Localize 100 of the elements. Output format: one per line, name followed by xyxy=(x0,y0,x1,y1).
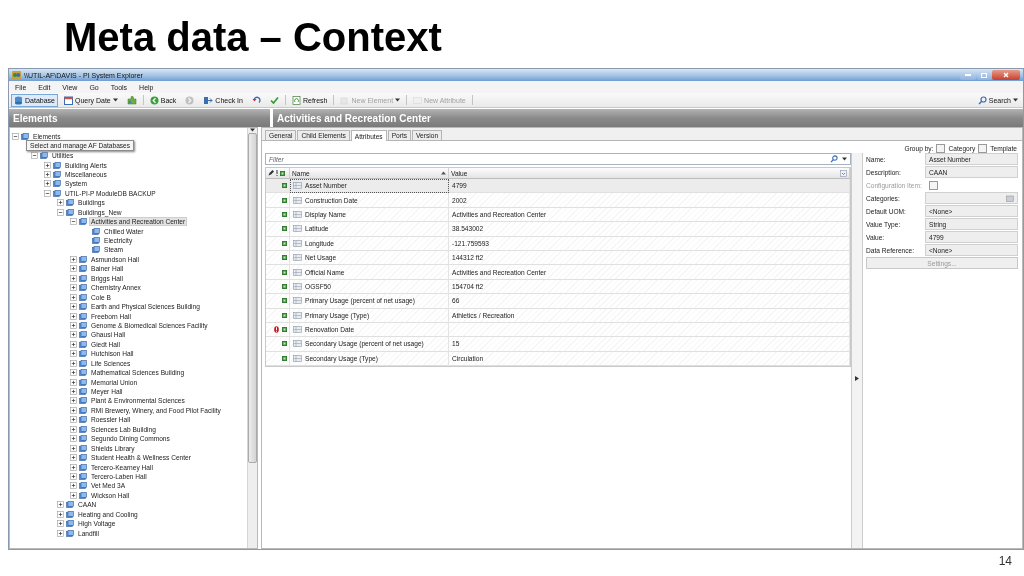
maximize-icon xyxy=(981,72,987,78)
expander-icon[interactable] xyxy=(57,510,64,518)
expand-arrow-icon[interactable] xyxy=(855,376,859,381)
expander-icon[interactable] xyxy=(70,491,77,499)
expander-icon[interactable] xyxy=(70,321,77,329)
expander-icon[interactable] xyxy=(70,255,77,263)
expander-icon[interactable] xyxy=(12,133,19,141)
expander-icon[interactable] xyxy=(70,463,77,471)
attribute-icon xyxy=(293,182,302,190)
expander-icon[interactable] xyxy=(70,397,77,405)
forward-icon xyxy=(185,95,195,105)
status-icon xyxy=(282,269,287,275)
expander-icon[interactable] xyxy=(70,444,77,452)
expander-icon[interactable] xyxy=(70,369,77,377)
status-icon xyxy=(282,240,287,246)
back-icon xyxy=(149,95,159,105)
check-in-icon xyxy=(203,95,214,105)
expander-icon[interactable] xyxy=(57,520,64,528)
checkbox[interactable] xyxy=(978,143,988,153)
attribute-icon xyxy=(413,95,423,105)
panel-header: Activities and Recreation Center xyxy=(273,109,1023,127)
expander-icon[interactable] xyxy=(44,161,51,169)
expander-icon[interactable] xyxy=(31,152,38,160)
attribute-icon xyxy=(293,254,302,262)
attribute-icon xyxy=(293,354,302,362)
element-icon xyxy=(40,152,48,160)
status-icon xyxy=(282,298,287,304)
status-icon xyxy=(282,197,287,203)
attribute-icon xyxy=(293,268,302,276)
status-icon xyxy=(282,355,287,361)
status-icon xyxy=(282,283,287,289)
calendar-icon xyxy=(63,95,73,105)
expander-icon[interactable] xyxy=(70,284,77,292)
search-icon xyxy=(977,95,987,105)
app-icon xyxy=(12,71,21,79)
puzzle-icon xyxy=(126,95,137,105)
attribute-icon xyxy=(293,210,302,218)
expander-icon[interactable] xyxy=(70,340,77,348)
close-icon xyxy=(1003,72,1009,78)
page-number: 14 xyxy=(998,554,1012,568)
status-icon xyxy=(282,255,287,261)
attribute-icon xyxy=(293,340,302,348)
expander-icon[interactable] xyxy=(70,482,77,490)
attribute-icon xyxy=(293,326,302,334)
status-icon xyxy=(282,312,287,318)
expander-icon[interactable] xyxy=(70,406,77,414)
expander-icon[interactable] xyxy=(70,350,77,358)
expander-icon[interactable] xyxy=(57,501,64,509)
expander-icon[interactable] xyxy=(70,274,77,282)
element-icon xyxy=(21,133,29,141)
pencil-icon xyxy=(268,170,274,176)
status-icon xyxy=(282,226,287,232)
search-icon xyxy=(830,155,838,163)
attribute-icon xyxy=(293,225,302,233)
expander-icon[interactable] xyxy=(70,425,77,433)
scrollbar[interactable] xyxy=(247,128,257,548)
expander-icon[interactable] xyxy=(70,331,77,339)
expander-icon[interactable] xyxy=(70,454,77,462)
expander-icon[interactable] xyxy=(70,388,77,396)
expander-icon[interactable] xyxy=(70,303,77,311)
element-icon xyxy=(79,255,87,263)
caret-icon xyxy=(842,157,847,161)
column-chooser-icon[interactable] xyxy=(840,169,847,177)
expander-icon[interactable] xyxy=(44,180,51,188)
expander-icon[interactable] xyxy=(70,472,77,480)
expander-icon[interactable] xyxy=(70,293,77,301)
sort-icon xyxy=(441,171,446,175)
expander-icon[interactable] xyxy=(70,435,77,443)
caret-icon xyxy=(1013,98,1018,102)
expander-icon[interactable] xyxy=(57,208,64,216)
expander-icon[interactable] xyxy=(70,416,77,424)
error-icon xyxy=(274,326,279,334)
attribute-icon xyxy=(293,297,302,305)
status-icon xyxy=(282,341,287,347)
panel-header: Elements xyxy=(9,109,270,127)
expander-icon[interactable] xyxy=(44,189,51,197)
checkbox[interactable] xyxy=(936,143,946,153)
status-icon xyxy=(282,211,287,217)
attribute-icon xyxy=(293,239,302,247)
expander-icon[interactable] xyxy=(70,265,77,273)
categories-field[interactable] xyxy=(925,192,1018,204)
expander-icon[interactable] xyxy=(57,199,64,207)
expander-icon[interactable] xyxy=(70,359,77,367)
slide-title: Meta data – Context xyxy=(63,14,443,61)
close-button[interactable] xyxy=(992,70,1020,80)
expander-icon[interactable] xyxy=(70,218,77,226)
status-icon xyxy=(280,170,285,176)
expander-icon[interactable] xyxy=(57,529,64,537)
database-icon xyxy=(14,95,23,105)
expander-icon[interactable] xyxy=(70,378,77,386)
refresh-icon xyxy=(291,95,301,105)
attribute-icon xyxy=(293,196,302,204)
check-icon xyxy=(269,95,279,105)
expander-icon[interactable] xyxy=(70,312,77,320)
expander-icon[interactable] xyxy=(44,170,51,178)
attribute-icon xyxy=(293,311,302,319)
attribute-icon xyxy=(293,282,302,290)
undo-icon xyxy=(251,95,261,105)
status-icon xyxy=(282,183,287,189)
status-icon xyxy=(282,327,287,333)
